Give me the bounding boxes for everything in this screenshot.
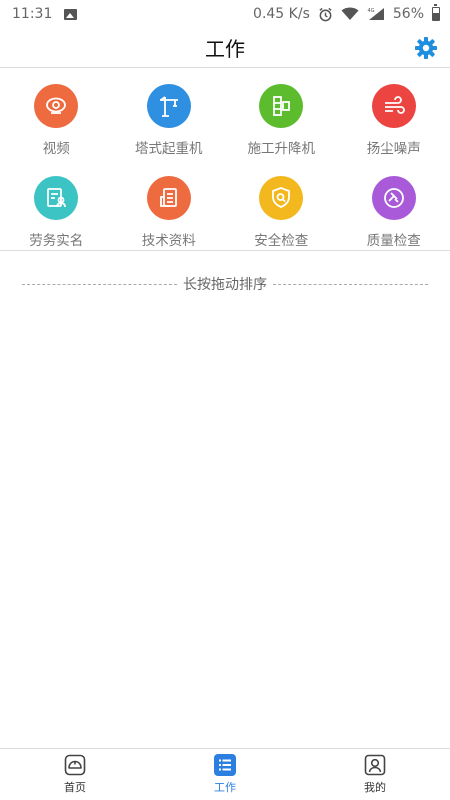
grid-label: 塔式起重机 bbox=[135, 141, 203, 157]
svg-text:4G: 4G bbox=[367, 8, 374, 14]
sort-hint: 长按拖动排序 bbox=[22, 274, 428, 294]
construction-elevator-icon bbox=[259, 84, 304, 128]
profile-icon bbox=[364, 754, 386, 776]
tower-crane-icon bbox=[146, 84, 191, 128]
home-helmet-icon bbox=[64, 754, 86, 776]
work-list-icon bbox=[214, 754, 236, 776]
grid-item-quality-check[interactable]: 质量检查 bbox=[338, 168, 450, 260]
nav-label: 首页 bbox=[64, 781, 86, 794]
labor-realname-icon bbox=[34, 176, 79, 220]
status-time: 11:31 bbox=[12, 6, 53, 22]
wifi-icon bbox=[341, 7, 359, 20]
grid-item-tower-crane[interactable]: 塔式起重机 bbox=[113, 76, 226, 168]
dashed-divider-right bbox=[273, 283, 428, 285]
cellular-signal-icon: 4G bbox=[367, 8, 384, 20]
grid-item-dust-noise[interactable]: 扬尘噪声 bbox=[338, 76, 450, 168]
grid-label: 质量检查 bbox=[366, 233, 421, 249]
page-title: 工作 bbox=[205, 37, 245, 61]
battery-percent: 56% bbox=[392, 6, 424, 22]
safety-check-icon bbox=[259, 176, 304, 220]
divider bbox=[0, 250, 450, 251]
nav-label: 工作 bbox=[214, 781, 236, 794]
grid-item-technical-documents[interactable]: 技术资料 bbox=[113, 168, 226, 260]
grid-item-construction-elevator[interactable]: 施工升降机 bbox=[225, 76, 338, 168]
grid-label: 安全检查 bbox=[254, 233, 309, 249]
grid-label: 技术资料 bbox=[141, 233, 196, 249]
status-left: 11:31 bbox=[12, 6, 78, 22]
technical-documents-icon bbox=[146, 176, 191, 220]
bottom-nav: 首页 工作 我的 bbox=[0, 748, 450, 800]
grid-item-safety-check[interactable]: 安全检查 bbox=[225, 168, 338, 260]
grid-label: 扬尘噪声 bbox=[366, 141, 421, 157]
dashed-divider-left bbox=[22, 283, 177, 285]
alarm-icon bbox=[319, 7, 332, 21]
network-speed: 0.45 K/s bbox=[253, 6, 310, 22]
status-bar: 11:31 0.45 K/s 4G 56% bbox=[0, 0, 450, 28]
nav-label: 我的 bbox=[364, 781, 386, 794]
grid-item-video[interactable]: 视频 bbox=[0, 76, 113, 168]
nav-item-home[interactable]: 首页 bbox=[0, 749, 150, 800]
nav-item-work[interactable]: 工作 bbox=[150, 749, 300, 800]
video-camera-icon bbox=[34, 84, 79, 128]
status-right: 0.45 K/s 4G 56% bbox=[253, 4, 440, 22]
image-notification-icon bbox=[64, 8, 78, 20]
header: 工作 bbox=[0, 28, 450, 68]
gear-icon[interactable] bbox=[414, 36, 438, 60]
grid-label: 施工升降机 bbox=[247, 141, 316, 157]
quality-check-icon bbox=[371, 176, 416, 220]
grid-label: 劳务实名 bbox=[29, 233, 84, 249]
battery-icon bbox=[432, 4, 440, 21]
dust-noise-icon bbox=[371, 84, 416, 128]
nav-item-profile[interactable]: 我的 bbox=[300, 749, 450, 800]
sort-hint-text: 长按拖动排序 bbox=[183, 277, 267, 293]
grid-label: 视频 bbox=[42, 141, 70, 157]
function-grid: 视频 塔式起重机 施工升降机 扬尘噪声 劳务实名 技术资料 安全检查 质量检查 bbox=[0, 76, 450, 260]
grid-item-labor-realname[interactable]: 劳务实名 bbox=[0, 168, 113, 260]
